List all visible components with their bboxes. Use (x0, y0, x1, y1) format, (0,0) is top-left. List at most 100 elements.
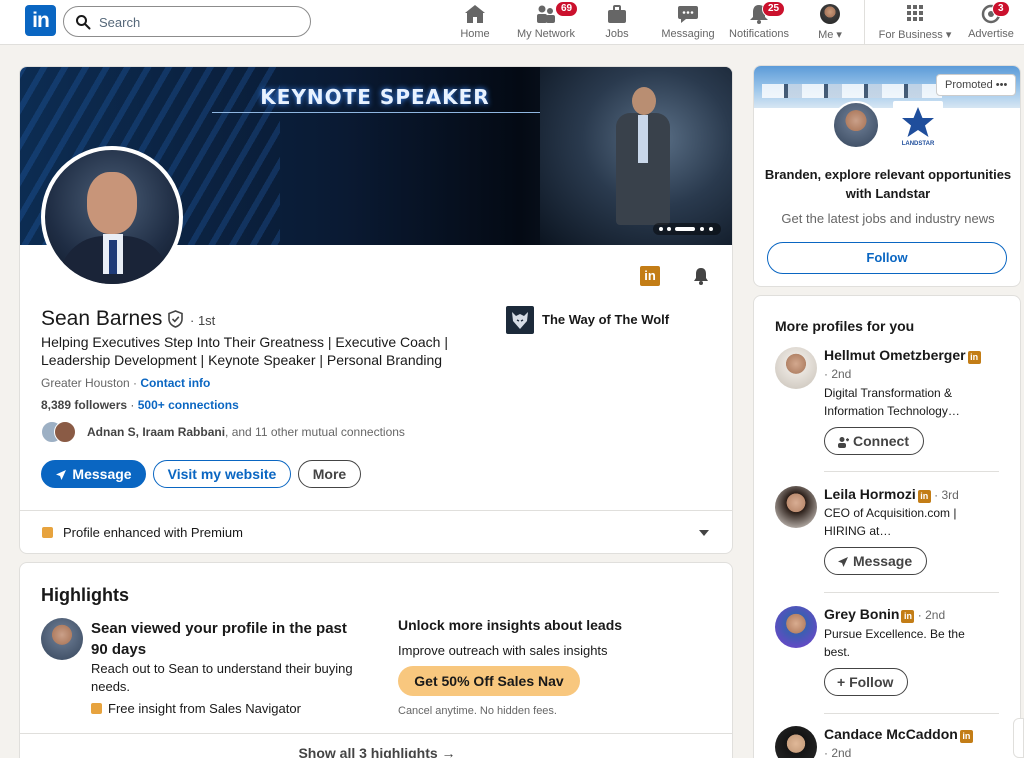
avatar[interactable] (775, 486, 817, 528)
speaker-shirt (638, 115, 648, 163)
chevron-down-icon[interactable] (698, 528, 710, 538)
network-badge: 69 (555, 1, 579, 17)
promoted-ad-card: Promoted ••• LANDSTAR Branden, explore r… (753, 65, 1021, 287)
linkedin-premium-icon[interactable]: in (640, 266, 660, 286)
nav-advertise-label: Advertise (968, 28, 1014, 40)
profile-name[interactable]: Leila Hormozi in · 3rd (824, 486, 1014, 503)
sales-nav-offer-button[interactable]: Get 50% Off Sales Nav (398, 666, 580, 696)
ad-follow-button[interactable]: Follow (767, 242, 1007, 274)
avatar[interactable] (775, 347, 817, 389)
insights-heading: Unlock more insights about leads (398, 617, 623, 633)
nav-home-label: Home (460, 28, 490, 40)
messaging-icon (678, 6, 698, 23)
linkedin-premium-icon: in (901, 610, 915, 623)
carousel-dots[interactable] (653, 223, 721, 235)
mutual-connections-text: Adnan S, Iraam Rabbani, and 11 other mut… (87, 425, 405, 439)
profile-description: Digital Transformation & Information Tec… (824, 386, 960, 418)
my-network-icon: 69 (535, 1, 579, 24)
profile-description: Pursue Excellence. Be the best. (824, 627, 965, 659)
company-name: The Way of The Wolf (542, 312, 670, 327)
visit-website-button[interactable]: Visit my website (153, 460, 291, 488)
wolf-logo-icon (506, 306, 534, 334)
profile-name[interactable]: Hellmut Ometzberger in (824, 347, 1014, 364)
nav-messaging-label: Messaging (661, 28, 715, 40)
location-text: Greater Houston · (41, 376, 138, 390)
profile-photo[interactable] (41, 146, 183, 288)
follow-button[interactable]: + Follow (824, 668, 909, 696)
verified-shield-icon[interactable] (167, 310, 184, 328)
mutual-avatar (54, 421, 76, 443)
premium-icon (42, 527, 53, 538)
grid-icon (907, 5, 923, 21)
landstar-logo[interactable]: LANDSTAR (893, 101, 943, 151)
sales-navigator-icon (91, 703, 102, 714)
profile-headline: Helping Executives Step Into Their Great… (41, 334, 448, 368)
briefcase-icon (608, 5, 626, 23)
top-navigation: in Home 69 My Network Jobs Messaging 25 … (0, 0, 1024, 45)
nav-me[interactable]: Me ▾ (812, 4, 848, 42)
avatar[interactable] (775, 726, 817, 758)
followers-count: 8,389 followers (41, 398, 128, 412)
profile-followers: 8,389 followers · 500+ connections (41, 398, 239, 412)
highlights-card: Highlights Sean viewed your profile in t… (19, 562, 733, 758)
profile-name[interactable]: Candace McCaddon in (824, 726, 1014, 743)
nav-for-business-label: For Business ▾ (878, 29, 952, 41)
profile-description: CEO of Acquisition.com | HIRING at… (824, 506, 957, 538)
profile-viewed-heading: Sean viewed your profile in the past 90 … (91, 620, 347, 658)
viewer-avatar[interactable] (41, 618, 83, 660)
nav-notifications[interactable]: 25 Notifications (726, 1, 792, 42)
premium-text: Profile enhanced with Premium (63, 525, 243, 540)
banner-title: KEYNOTE SPEAKER (260, 85, 490, 109)
linkedin-premium-icon: in (917, 490, 931, 503)
profile-name: Sean Barnes (41, 307, 163, 330)
advertise-badge: 3 (992, 1, 1010, 17)
contact-info-link[interactable]: Contact info (140, 376, 210, 390)
side-drawer-handle[interactable] (1013, 718, 1024, 758)
promoted-label[interactable]: Promoted ••• (936, 74, 1017, 96)
insights-subtext: Improve outreach with sales insights (398, 643, 608, 658)
profile-viewed-subtext: Reach out to Sean to understand their bu… (91, 661, 353, 694)
more-profiles-title: More profiles for you (775, 318, 915, 334)
divider (824, 713, 999, 714)
show-all-highlights[interactable]: Show all 3 highlights → (20, 733, 732, 758)
send-icon (56, 470, 67, 480)
message-button[interactable]: Message (824, 547, 928, 575)
avatar[interactable] (775, 606, 817, 648)
banner-underline (212, 112, 542, 113)
send-icon (838, 557, 848, 567)
profile-name[interactable]: Grey Bonin in · 2nd (824, 606, 1014, 623)
nav-jobs[interactable]: Jobs (601, 4, 633, 42)
speaker-head (632, 87, 656, 115)
cancel-note: Cancel anytime. No hidden fees. (398, 705, 557, 717)
bell-icon[interactable] (691, 266, 711, 286)
nav-my-network[interactable]: 69 My Network (514, 1, 579, 42)
nav-my-network-label: My Network (516, 28, 576, 40)
nav-home[interactable]: Home (455, 4, 495, 42)
nav-advertise[interactable]: 3 Advertise (965, 1, 1017, 42)
ad-subtext: Get the latest jobs and industry news (781, 211, 995, 226)
search-box[interactable] (63, 6, 311, 37)
search-input[interactable] (99, 13, 299, 31)
premium-section[interactable]: Profile enhanced with Premium (20, 510, 732, 553)
message-button[interactable]: Message (41, 460, 146, 488)
nav-messaging[interactable]: Messaging (660, 4, 716, 42)
nav-jobs-label: Jobs (605, 28, 629, 40)
linkedin-premium-icon: in (967, 351, 981, 364)
nav-for-business[interactable]: For Business ▾ (875, 4, 955, 42)
search-icon (76, 15, 91, 30)
advertise-icon: 3 (980, 1, 1010, 24)
linkedin-logo-icon[interactable]: in (25, 5, 56, 36)
connection-degree: · 2nd (824, 367, 852, 381)
divider (824, 471, 999, 472)
linkedin-premium-icon: in (959, 730, 973, 743)
viewer-avatar (832, 101, 880, 149)
connections-link[interactable]: 500+ connections (138, 398, 239, 412)
bell-icon: 25 (748, 1, 786, 24)
profile-card: KEYNOTE SPEAKER in Sean Barnes · 1st Hel… (19, 66, 733, 554)
star-icon (902, 107, 934, 137)
more-button[interactable]: More (298, 460, 361, 488)
nav-divider (864, 0, 865, 45)
add-person-icon (838, 437, 849, 448)
divider (824, 592, 999, 593)
connect-button[interactable]: Connect (824, 427, 924, 455)
